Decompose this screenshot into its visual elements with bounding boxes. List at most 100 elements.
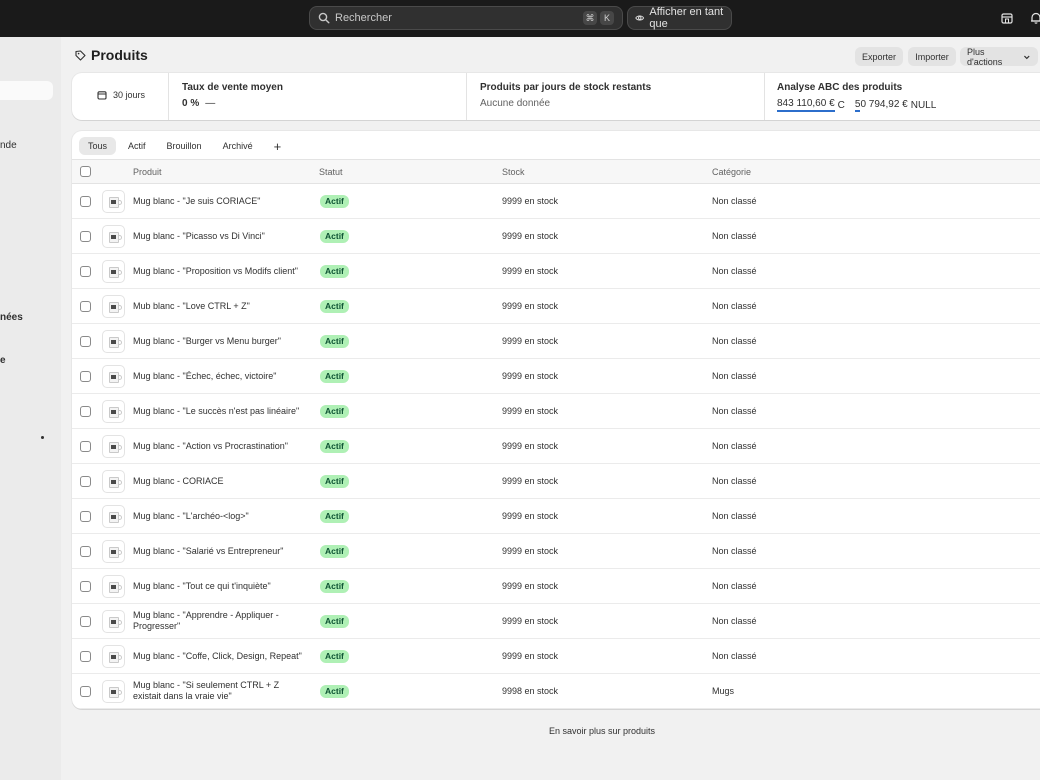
product-name[interactable]: Mug blanc - "Tout ce qui t'inquiète" bbox=[133, 581, 308, 592]
row-checkbox[interactable] bbox=[80, 406, 91, 417]
product-name[interactable]: Mug blanc - "Coffe, Click, Design, Repea… bbox=[133, 651, 308, 662]
product-thumbnail[interactable] bbox=[102, 505, 125, 528]
more-actions-label: Plus d'actions bbox=[967, 46, 1003, 67]
row-checkbox[interactable] bbox=[80, 651, 91, 662]
row-checkbox[interactable] bbox=[80, 301, 91, 312]
product-name[interactable]: Mug blanc - "L'archéo-<log>" bbox=[133, 511, 308, 522]
product-thumbnail[interactable] bbox=[102, 540, 125, 563]
product-name[interactable]: Mug blanc - "Je suis CORIACE" bbox=[133, 196, 308, 207]
table-row[interactable]: Mug blanc - "Proposition vs Modifs clien… bbox=[72, 254, 1040, 289]
tab-archived[interactable]: Archivé bbox=[214, 137, 262, 155]
table-row[interactable]: Mug blanc - "Picasso vs Di Vinci" Actif 99… bbox=[72, 219, 1040, 254]
table-row[interactable]: Mug blanc - "Burger vs Menu burger" Actif… bbox=[72, 324, 1040, 359]
product-thumbnail[interactable] bbox=[102, 225, 125, 248]
product-name[interactable]: Mug blanc - "Action vs Procrastination" bbox=[133, 441, 308, 452]
add-view-button[interactable]: + bbox=[265, 139, 291, 154]
row-checkbox[interactable] bbox=[80, 371, 91, 382]
row-checkbox[interactable] bbox=[80, 266, 91, 277]
view-as-button[interactable]: Afficher en tant que bbox=[627, 6, 732, 30]
stock-value: 9998 en stock bbox=[502, 686, 559, 696]
sidebar-item-fragment[interactable]: e bbox=[0, 355, 6, 366]
sidebar-item-active[interactable] bbox=[0, 81, 53, 100]
product-thumbnail[interactable] bbox=[102, 435, 125, 458]
product-name[interactable]: Mug blanc - "Burger vs Menu burger" bbox=[133, 336, 308, 347]
row-checkbox[interactable] bbox=[80, 441, 91, 452]
mug-print bbox=[111, 235, 116, 239]
table-row[interactable]: Mug blanc - "Je suis CORIACE" Actif 9999 e… bbox=[72, 184, 1040, 219]
product-thumbnail[interactable] bbox=[102, 260, 125, 283]
eye-icon bbox=[635, 15, 645, 21]
tab-all[interactable]: Tous bbox=[79, 137, 117, 155]
product-name[interactable]: Mug blanc - "Salarié vs Entrepreneur" bbox=[133, 546, 308, 557]
product-name[interactable]: Mug blanc - "Si seulement CTRL + Z exist… bbox=[133, 680, 308, 702]
sidebar-item-fragment[interactable]: nées bbox=[0, 312, 23, 323]
stock-value: 9999 en stock bbox=[502, 231, 559, 241]
product-thumbnail[interactable] bbox=[102, 610, 125, 633]
sell-rate-metric[interactable]: Taux de vente moyen 0 % — bbox=[182, 82, 283, 109]
product-name[interactable]: Mug blanc - "Échec, échec, victoire" bbox=[133, 371, 308, 382]
table-row[interactable]: Mug blanc - "Salarié vs Entrepreneur" Act… bbox=[72, 534, 1040, 569]
table-row[interactable]: Mug blanc - "Le succès n'est pas linéair… bbox=[72, 394, 1040, 429]
row-checkbox[interactable] bbox=[80, 511, 91, 522]
category-value: Non classé bbox=[712, 441, 757, 451]
table-row[interactable]: Mug blanc - "Coffe, Click, Design, Repea… bbox=[72, 639, 1040, 674]
product-name[interactable]: Mug blanc - "Proposition vs Modifs clien… bbox=[133, 266, 308, 277]
import-button[interactable]: Importer bbox=[908, 47, 956, 66]
product-thumbnail[interactable] bbox=[102, 190, 125, 213]
product-name[interactable]: Mug blanc - "Picasso vs Di Vinci" bbox=[133, 231, 308, 242]
table-row[interactable]: Mug blanc - "Si seulement CTRL + Z exist… bbox=[72, 674, 1040, 709]
mug-handle bbox=[118, 445, 122, 450]
product-name[interactable]: Mub blanc - "Love CTRL + Z" bbox=[133, 301, 308, 312]
row-checkbox[interactable] bbox=[80, 196, 91, 207]
days-of-stock-metric[interactable]: Produits par jours de stock restants Auc… bbox=[480, 82, 651, 109]
product-thumbnail[interactable] bbox=[102, 400, 125, 423]
product-thumbnail[interactable] bbox=[102, 330, 125, 353]
table-row[interactable]: Mug blanc - CORIACE Actif 9999 en stock Non… bbox=[72, 464, 1040, 499]
row-checkbox[interactable] bbox=[80, 476, 91, 487]
category-value: Non classé bbox=[712, 371, 757, 381]
row-checkbox[interactable] bbox=[80, 336, 91, 347]
tab-draft[interactable]: Brouillon bbox=[158, 137, 211, 155]
product-thumbnail[interactable] bbox=[102, 470, 125, 493]
row-checkbox[interactable] bbox=[80, 546, 91, 557]
table-row[interactable]: Mug blanc - "Échec, échec, victoire" Acti… bbox=[72, 359, 1040, 394]
table-row[interactable]: Mug blanc - "Action vs Procrastination" A… bbox=[72, 429, 1040, 464]
more-actions-button[interactable]: Plus d'actions bbox=[960, 46, 1038, 67]
category-value: Non classé bbox=[712, 616, 757, 626]
column-header-status[interactable]: Statut bbox=[319, 167, 343, 177]
table-row[interactable]: Mug blanc - "Tout ce qui t'inquiète" Acti… bbox=[72, 569, 1040, 604]
table-row[interactable]: Mub blanc - "Love CTRL + Z" Actif 9999 en … bbox=[72, 289, 1040, 324]
table-row[interactable]: Mug blanc - "L'archéo-<log>" Actif 9999 en… bbox=[72, 499, 1040, 534]
product-name[interactable]: Mug blanc - CORIACE bbox=[133, 476, 308, 487]
row-checkbox[interactable] bbox=[80, 616, 91, 627]
product-thumbnail[interactable] bbox=[102, 365, 125, 388]
select-all-checkbox[interactable] bbox=[80, 166, 91, 177]
row-checkbox[interactable] bbox=[80, 231, 91, 242]
column-header-product[interactable]: Produit bbox=[133, 167, 162, 177]
product-name[interactable]: Mug blanc - "Le succès n'est pas linéair… bbox=[133, 406, 308, 417]
sidebar-item-fragment[interactable]: nde bbox=[0, 140, 17, 151]
period-selector[interactable]: 30 jours bbox=[97, 90, 145, 100]
abc-analysis-metric[interactable]: Analyse ABC des produits 843 110,60 € C … bbox=[777, 82, 936, 112]
search-bar[interactable]: Rechercher ⌘ K bbox=[309, 6, 623, 30]
status-badge: Actif bbox=[320, 405, 349, 418]
category-value: Non classé bbox=[712, 511, 757, 521]
product-thumbnail[interactable] bbox=[102, 295, 125, 318]
view-as-label: Afficher en tant que bbox=[649, 6, 724, 30]
mug-handle bbox=[118, 655, 122, 660]
tab-active[interactable]: Actif bbox=[119, 137, 155, 155]
row-checkbox[interactable] bbox=[80, 686, 91, 697]
status-badge: Actif bbox=[320, 440, 349, 453]
product-thumbnail[interactable] bbox=[102, 645, 125, 668]
learn-more-link[interactable]: En savoir plus sur produits bbox=[549, 726, 655, 736]
column-header-stock[interactable]: Stock bbox=[502, 167, 525, 177]
export-button[interactable]: Exporter bbox=[855, 47, 903, 66]
product-thumbnail[interactable] bbox=[102, 575, 125, 598]
row-checkbox[interactable] bbox=[80, 581, 91, 592]
bell-icon[interactable] bbox=[1029, 11, 1040, 25]
store-icon[interactable] bbox=[1000, 11, 1014, 25]
column-header-category[interactable]: Catégorie bbox=[712, 167, 751, 177]
product-thumbnail[interactable] bbox=[102, 680, 125, 703]
table-row[interactable]: Mug blanc - "Apprendre - Appliquer - Pro… bbox=[72, 604, 1040, 639]
product-name[interactable]: Mug blanc - "Apprendre - Appliquer - Pro… bbox=[133, 610, 308, 632]
